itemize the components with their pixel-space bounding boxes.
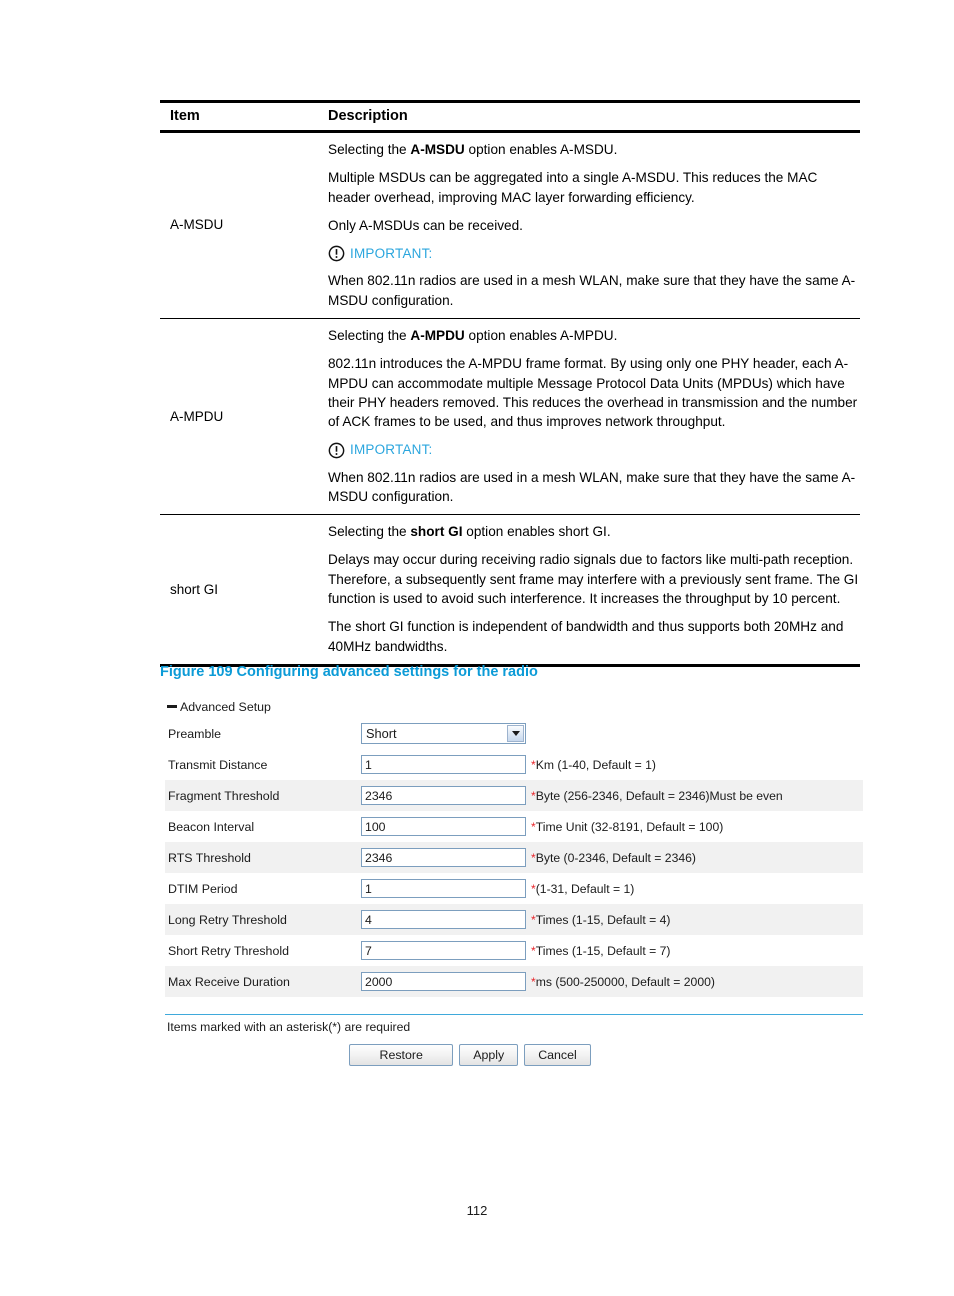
form-label: Beacon Interval [168,819,255,834]
table-header-row: Item Description [160,103,860,130]
advanced-setup-title: Advanced Setup [180,700,271,714]
form-label: RTS Threshold [168,850,251,865]
important-body-paragraph: When 802.11n radios are used in a mesh W… [328,469,856,504]
restore-button[interactable]: Restore [349,1044,454,1066]
advanced-setup-panel: Advanced Setup Preamble Short Transmit Dis… [165,696,863,1066]
table-row: short GI Selecting the short GI option en… [160,515,860,664]
apply-button[interactable]: Apply [459,1044,519,1066]
important-body-paragraph: When 802.11n radios are used in a mesh W… [328,273,856,308]
table-body: A-MSDU Selecting the A-MSDU option enable… [160,133,860,664]
item-description-table: Item Description A-MSDU Selecting the A-M… [160,100,860,667]
exclamation-circle-icon [328,442,345,458]
important-notice: IMPORTANT: [328,440,860,459]
beacon-interval-input[interactable] [361,817,526,836]
column-header-item: Item [170,108,200,124]
description-paragraph: Selecting the short GI option enables sh… [328,524,611,540]
form-hint-text: (1-31, Default = 1) [535,881,635,896]
panel-divider [165,1014,863,1015]
description-paragraph: Only A-MSDUs can be received. [328,217,523,233]
form-hint: *(1-31, Default = 1) [528,882,863,896]
description-paragraph: Selecting the A-MSDU option enables A-MS… [328,142,618,157]
preamble-select[interactable]: Short [361,723,526,744]
form-label: Transmit Distance [168,757,268,772]
form-field [361,786,528,805]
fragment-threshold-input[interactable] [361,786,526,805]
table-cell-description: Selecting the A-MSDU option enables A-MS… [328,140,860,310]
form-hint: *Byte (0-2346, Default = 2346) [528,851,863,865]
form-field [361,848,528,867]
form-row: Long Retry Threshold *Times (1-15, Defaul… [165,904,863,935]
description-paragraph: The short GI function is independent of … [328,619,844,654]
dtim-period-input[interactable] [361,879,526,898]
form-hint-text: Km (1-40, Default = 1) [535,757,656,772]
form-row: Max Receive Duration *ms (500-250000, Def… [165,966,863,997]
form-hint-text: Byte (256-2346, Default = 2346)Must be e… [535,788,783,803]
form-hint-text: Byte (0-2346, Default = 2346) [535,850,696,865]
important-label: IMPORTANT: [350,442,433,458]
form-field [361,910,528,929]
form-hint: *Times (1-15, Default = 7) [528,944,863,958]
advanced-setup-form: Preamble Short Transmit Distance *Km (1-40,… [165,718,863,997]
preamble-select-value: Short [366,726,397,741]
form-hint-text: ms (500-250000, Default = 2000) [535,974,715,989]
column-header-description: Description [328,108,408,124]
description-paragraph: Delays may occur during receiving radio … [328,552,859,607]
form-hint-text: Times (1-15, Default = 7) [535,943,671,958]
advanced-setup-section-header[interactable]: Advanced Setup [165,696,863,718]
form-row: Preamble Short [165,718,863,749]
form-label: Max Receive Duration [168,974,290,989]
form-field [361,879,528,898]
minus-icon[interactable] [167,705,177,708]
important-notice: IMPORTANT: [328,244,860,263]
transmit-distance-input[interactable] [361,755,526,774]
important-label: IMPORTANT: [350,246,433,262]
page-number: 112 [466,1203,488,1218]
table-cell-description: Selecting the A-MPDU option enables A-MP… [328,326,860,506]
form-hint: *Byte (256-2346, Default = 2346)Must be … [528,789,863,803]
table-cell-item: A-MPDU [170,408,224,424]
form-row: Transmit Distance *Km (1-40, Default = 1) [165,749,863,780]
form-hint: *Km (1-40, Default = 1) [528,758,863,772]
form-row: RTS Threshold *Byte (0-2346, Default = 23… [165,842,863,873]
description-paragraph: Multiple MSDUs can be aggregated into a … [328,170,818,205]
form-field [361,817,528,836]
table-cell-item: short GI [170,581,219,597]
table-row: A-MPDU Selecting the A-MPDU option enable… [160,319,860,514]
max-receive-duration-input[interactable] [361,972,526,991]
description-paragraph: Selecting the A-MPDU option enables A-MP… [328,327,618,343]
table-row: A-MSDU Selecting the A-MSDU option enable… [160,133,860,318]
form-label: Long Retry Threshold [168,912,287,927]
form-field [361,941,528,960]
short-retry-threshold-input[interactable] [361,941,526,960]
table-cell-item: A-MSDU [170,217,224,233]
form-label: Preamble [168,726,222,741]
form-row: Short Retry Threshold *Times (1-15, Defau… [165,935,863,966]
description-paragraph: 802.11n introduces the A-MPDU frame form… [328,356,858,430]
panel-button-bar: Restore Apply Cancel [165,1044,863,1066]
form-row: DTIM Period *(1-31, Default = 1) [165,873,863,904]
form-row: Beacon Interval *Time Unit (32-8191, Defa… [165,811,863,842]
form-hint: *ms (500-250000, Default = 2000) [528,975,863,989]
cancel-button[interactable]: Cancel [524,1044,591,1066]
form-hint: *Times (1-15, Default = 4) [528,913,863,927]
form-hint-text: Time Unit (32-8191, Default = 100) [535,819,724,834]
figure-caption: Figure 109 Configuring advanced settings… [160,664,538,680]
exclamation-circle-icon [328,245,345,262]
form-label: Short Retry Threshold [168,943,289,958]
form-field [361,755,528,774]
form-label: DTIM Period [168,881,238,896]
form-row: Fragment Threshold *Byte (256-2346, Defau… [165,780,863,811]
form-hint-text: Times (1-15, Default = 4) [535,912,671,927]
form-field: Short [361,723,528,744]
chevron-down-icon[interactable] [507,725,524,742]
long-retry-threshold-input[interactable] [361,910,526,929]
table-cell-description: Selecting the short GI option enables sh… [328,522,860,656]
rts-threshold-input[interactable] [361,848,526,867]
form-field [361,972,528,991]
form-label: Fragment Threshold [168,788,280,803]
form-hint: *Time Unit (32-8191, Default = 100) [528,820,863,834]
required-fields-note: Items marked with an asterisk(*) are req… [167,1020,411,1034]
